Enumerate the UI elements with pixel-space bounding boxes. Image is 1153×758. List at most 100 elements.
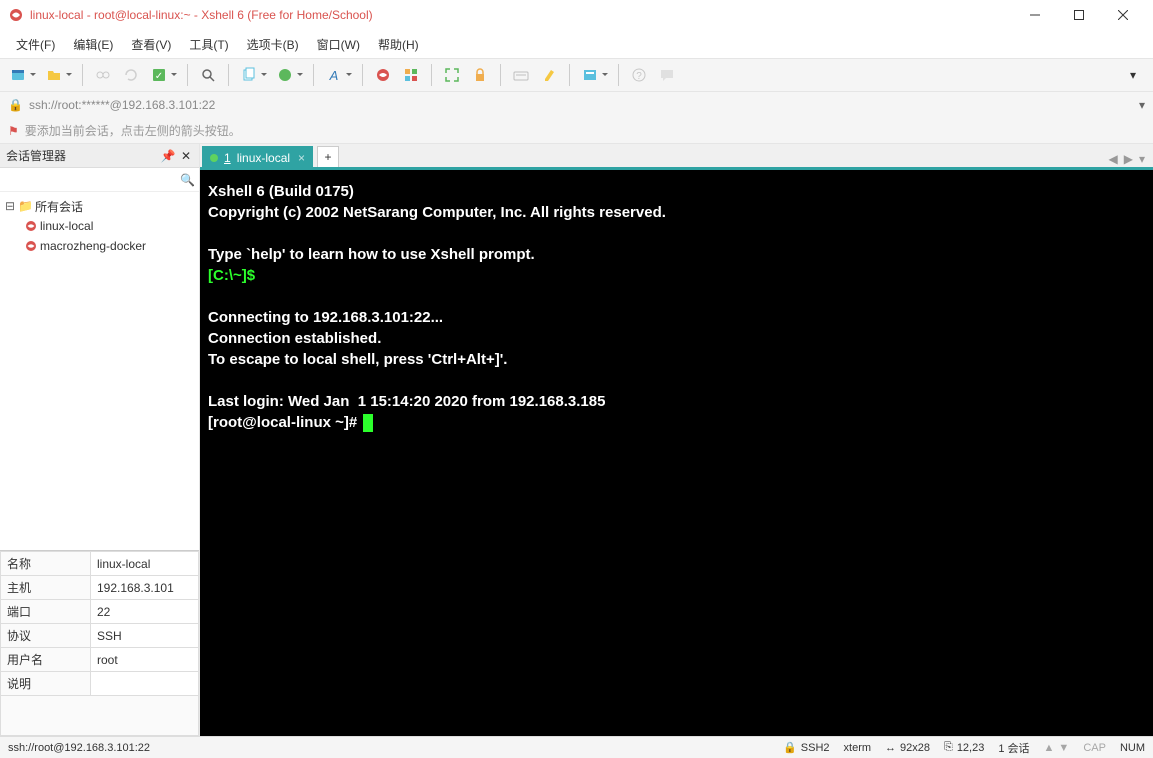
panel-title: 会话管理器 — [6, 147, 161, 164]
main-area: 1 linux-local × + ◀ ▶ ▾ Xshell 6 (Build … — [200, 144, 1153, 736]
menu-tools[interactable]: 工具(T) — [181, 32, 236, 57]
prop-name: linux-local — [91, 552, 199, 576]
svg-text:✓: ✓ — [155, 71, 163, 82]
prev-tab-icon[interactable]: ◀ — [1109, 152, 1118, 166]
tab-menu-icon[interactable]: ▾ — [1139, 152, 1145, 166]
lock-button[interactable] — [468, 63, 492, 87]
down-icon[interactable]: ▼ — [1058, 742, 1069, 754]
prop-label-host: 主机 — [1, 576, 91, 600]
search-button[interactable] — [196, 63, 220, 87]
svg-text:A: A — [329, 68, 339, 83]
tree-item-label: macrozheng-docker — [40, 239, 146, 253]
tab-number: 1 — [224, 151, 231, 165]
tree-root[interactable]: ⊟ 📁 所有会话 — [2, 196, 197, 216]
status-dot-icon — [210, 154, 218, 162]
properties-grid: 名称linux-local 主机192.168.3.101 端口22 协议SSH… — [0, 550, 199, 736]
address-bar: 🔒 ssh://root:******@192.168.3.101:22 ▾ — [0, 92, 1153, 118]
status-pos: 12,23 — [957, 742, 985, 754]
folder-icon: 📁 — [18, 199, 33, 213]
prop-label-desc: 说明 — [1, 672, 91, 696]
prop-label-user: 用户名 — [1, 648, 91, 672]
menu-help[interactable]: 帮助(H) — [370, 32, 427, 57]
new-session-button[interactable] — [6, 63, 30, 87]
copy-button[interactable] — [237, 63, 261, 87]
menu-bar: 文件(F) 编辑(E) 查看(V) 工具(T) 选项卡(B) 窗口(W) 帮助(… — [0, 30, 1153, 58]
prop-host: 192.168.3.101 — [91, 576, 199, 600]
session-icon — [24, 239, 38, 253]
fullscreen-button[interactable] — [440, 63, 464, 87]
pin-icon[interactable]: 📌 — [161, 149, 175, 163]
title-bar: linux-local - root@local-linux:~ - Xshel… — [0, 0, 1153, 30]
session-manager-panel: 会话管理器 📌 ✕ 🔍 ⊟ 📁 所有会话 linux-local macrozh… — [0, 144, 200, 736]
open-folder-button[interactable] — [42, 63, 66, 87]
highlight-button[interactable] — [537, 63, 561, 87]
keyboard-button[interactable] — [509, 63, 533, 87]
session-tree[interactable]: ⊟ 📁 所有会话 linux-local macrozheng-docker — [0, 192, 199, 550]
pos-icon: ⎘ — [944, 741, 953, 754]
status-connection: ssh://root@192.168.3.101:22 — [8, 742, 769, 754]
maximize-button[interactable] — [1057, 1, 1101, 29]
status-sessions: 1 会话 — [998, 740, 1029, 756]
terminal[interactable]: Xshell 6 (Build 0175) Copyright (c) 2002… — [200, 170, 1153, 736]
session-search-input[interactable] — [4, 171, 180, 189]
prop-label-name: 名称 — [1, 552, 91, 576]
menu-window[interactable]: 窗口(W) — [309, 32, 368, 57]
flag-icon: ⚑ — [8, 124, 19, 138]
size-icon: ↔ — [885, 742, 896, 754]
menu-view[interactable]: 查看(V) — [123, 32, 179, 57]
tab-bar: 1 linux-local × + ◀ ▶ ▾ — [200, 144, 1153, 170]
tab-label: linux-local — [237, 151, 290, 165]
collapse-icon[interactable]: ⊟ — [4, 199, 16, 213]
status-term: xterm — [844, 742, 872, 754]
tools-button[interactable] — [578, 63, 602, 87]
grid-icon[interactable] — [399, 63, 423, 87]
xshell-icon[interactable] — [371, 63, 395, 87]
help-button[interactable]: ? — [627, 63, 651, 87]
search-icon[interactable]: 🔍 — [180, 173, 195, 187]
status-ssh: SSH2 — [801, 742, 830, 754]
status-bar: ssh://root@192.168.3.101:22 🔒SSH2 xterm … — [0, 736, 1153, 758]
status-cap: CAP — [1083, 742, 1106, 754]
tree-item-macrozheng-docker[interactable]: macrozheng-docker — [2, 236, 197, 256]
lock-icon: 🔒 — [8, 98, 23, 112]
tip-bar: ⚑ 要添加当前会话，点击左侧的箭头按钮。 — [0, 118, 1153, 144]
next-tab-icon[interactable]: ▶ — [1124, 152, 1133, 166]
prop-port: 22 — [91, 600, 199, 624]
minimize-button[interactable] — [1013, 1, 1057, 29]
chat-button[interactable] — [655, 63, 679, 87]
tip-text: 要添加当前会话，点击左侧的箭头按钮。 — [25, 122, 241, 139]
window-title: linux-local - root@local-linux:~ - Xshel… — [30, 8, 1013, 22]
tree-item-label: linux-local — [40, 219, 93, 233]
menu-tab[interactable]: 选项卡(B) — [239, 32, 307, 57]
font-button[interactable]: A — [322, 63, 346, 87]
address-dropdown[interactable]: ▾ — [1139, 98, 1145, 112]
properties-button[interactable]: ✓ — [147, 63, 171, 87]
prop-label-proto: 协议 — [1, 624, 91, 648]
reconnect-button[interactable] — [119, 63, 143, 87]
address-text[interactable]: ssh://root:******@192.168.3.101:22 — [29, 98, 1133, 112]
prop-proto: SSH — [91, 624, 199, 648]
close-button[interactable] — [1101, 1, 1145, 29]
script-button[interactable] — [273, 63, 297, 87]
svg-text:?: ? — [636, 71, 642, 82]
session-icon — [24, 219, 38, 233]
prop-label-port: 端口 — [1, 600, 91, 624]
toolbar: ✓ A ? ▾ — [0, 58, 1153, 92]
toolbar-overflow[interactable]: ▾ — [1121, 63, 1145, 87]
up-icon[interactable]: ▲ — [1044, 742, 1055, 754]
terminal-prompt: [C:\~]$ — [208, 267, 255, 284]
disconnect-button[interactable] — [91, 63, 115, 87]
app-icon — [8, 7, 24, 23]
new-tab-button[interactable]: + — [317, 146, 339, 168]
menu-edit[interactable]: 编辑(E) — [65, 32, 121, 57]
panel-close-icon[interactable]: ✕ — [179, 149, 193, 163]
status-num: NUM — [1120, 742, 1145, 754]
tree-root-label: 所有会话 — [35, 198, 83, 215]
cursor-icon — [363, 414, 373, 432]
tree-item-linux-local[interactable]: linux-local — [2, 216, 197, 236]
tab-close-icon[interactable]: × — [298, 151, 305, 165]
status-size: 92x28 — [900, 742, 930, 754]
prop-user: root — [91, 648, 199, 672]
menu-file[interactable]: 文件(F) — [8, 32, 63, 57]
tab-linux-local[interactable]: 1 linux-local × — [202, 146, 313, 170]
